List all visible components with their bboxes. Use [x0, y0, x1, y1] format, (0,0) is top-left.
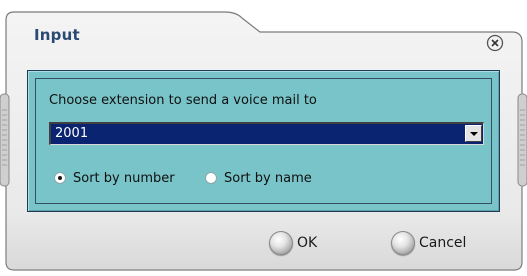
orb-button-icon	[269, 231, 293, 255]
extension-select-value: 2001	[55, 126, 89, 141]
prompt-label: Choose extension to send a voice mail to	[49, 93, 317, 108]
cancel-button-label: Cancel	[419, 235, 467, 251]
radio-checked-icon	[55, 173, 65, 183]
sort-by-name-radio[interactable]: Sort by name	[206, 170, 312, 186]
sort-by-name-label: Sort by name	[224, 170, 312, 186]
ok-button-label: OK	[297, 235, 318, 251]
input-dialog: Input Choose extension to send a voice m…	[0, 0, 527, 276]
dropdown-arrow-icon[interactable]	[465, 125, 482, 142]
extension-select[interactable]: 2001	[49, 122, 484, 145]
sort-by-number-radio[interactable]: Sort by number	[55, 170, 175, 186]
dialog-title: Input	[34, 26, 80, 44]
orb-button-icon	[391, 231, 415, 255]
radio-unchecked-icon	[206, 173, 216, 183]
close-button[interactable]	[486, 34, 504, 52]
sort-by-number-label: Sort by number	[73, 170, 175, 186]
close-circle-icon	[486, 34, 504, 52]
ok-button[interactable]: OK	[269, 230, 317, 256]
cancel-button[interactable]: Cancel	[391, 230, 466, 256]
